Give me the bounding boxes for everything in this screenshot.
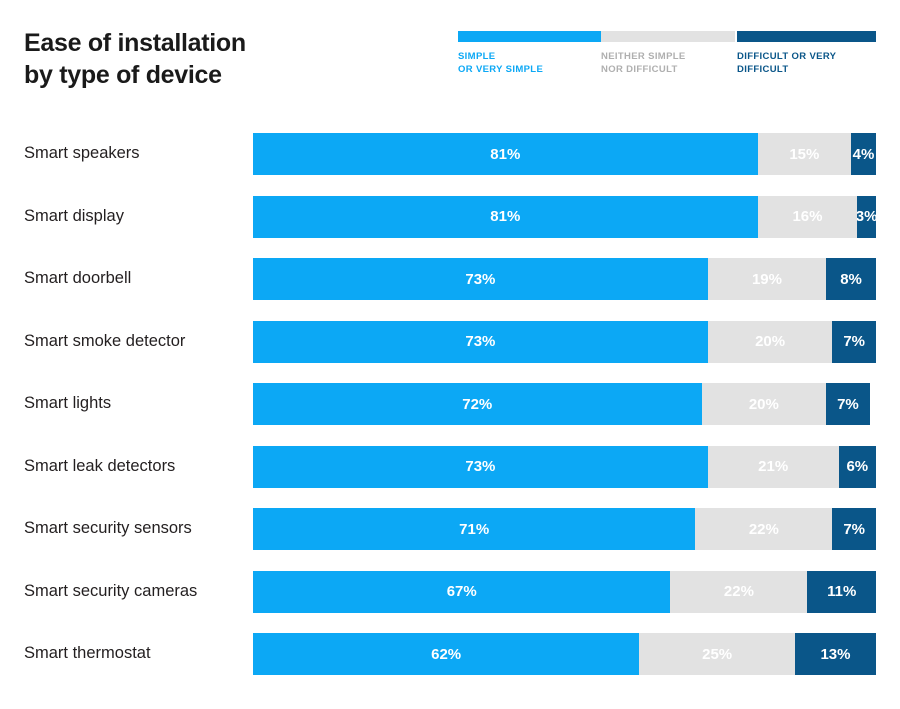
bar-segment-simple: 72% — [253, 383, 702, 425]
row-label-smart-doorbell: Smart doorbell — [24, 269, 132, 288]
stacked-bar: 73% 19% 8% — [253, 258, 876, 300]
row-label-smart-security-cameras: Smart security cameras — [24, 581, 198, 600]
bar-segment-neither: 20% — [701, 383, 827, 425]
page-title: Ease of installation by type of device — [24, 29, 246, 89]
bar-segment-difficult: 4% — [851, 133, 876, 175]
chart-row: Smart display 81%16%3% — [0, 195, 900, 238]
chart-row: Smart leak detectors 73% 21% 6% — [0, 445, 900, 488]
bar-segment-neither: 21% — [707, 445, 839, 488]
stacked-bar: 71% 22% 7% — [253, 508, 876, 550]
chart-plot-area: Smart speakers 81% 15% 4% Smart display 81% 16… — [0, 133, 900, 693]
row-label-smart-speakers: Smart speakers — [24, 144, 140, 163]
bar-segment-neither: 15% — [757, 133, 852, 175]
row-label-smart-display: Smart display — [24, 206, 124, 225]
bar-segment-simple: 73% — [253, 258, 708, 300]
bar-segment-simple: 73% — [253, 320, 708, 363]
chart-row: Smart thermostat 62% 25% 13% — [0, 633, 900, 675]
bar-segment-difficult: 3% — [857, 195, 876, 238]
legend-item-neither[interactable]: NEITHER SIMPLE NOR DIFFICULT — [601, 31, 737, 77]
row-label-smart-thermostat: Smart thermostat — [24, 644, 151, 663]
bar-segment-difficult: 8% — [826, 258, 876, 300]
bar-segment-difficult: 7% — [832, 508, 876, 550]
row-label-smart-smoke-detector: Smart smoke detector — [24, 331, 186, 350]
bar-segment-neither: 19% — [707, 258, 827, 300]
legend-label-simple: SIMPLE OR VERY SIMPLE — [458, 51, 544, 75]
chart-row: Smart security cameras 67% 22% 11% — [0, 570, 900, 613]
stacked-bar: 81% 15% 4% — [253, 133, 876, 175]
bar-segment-simple: 67% — [253, 570, 671, 613]
chart-row: Smart doorbell 73% 19% 8% — [0, 258, 900, 300]
bar-segment-difficult: 13% — [795, 633, 876, 675]
bar-segment-difficult: 11% — [807, 570, 876, 613]
legend-item-simple[interactable]: SIMPLE OR VERY SIMPLE — [458, 31, 601, 77]
stacked-bar: 81%16%3% — [253, 195, 876, 238]
stacked-bar: 73% 21% 6% — [253, 445, 876, 488]
bar-segment-simple: 71% — [253, 508, 696, 550]
bar-segment-neither: 20% — [707, 320, 833, 363]
stacked-bar: 62% 25% 13% — [253, 633, 876, 675]
bar-segment-neither: 16% — [757, 195, 858, 238]
legend-label-difficult: DIFFICULT OR VERY DIFFICULT — [737, 51, 837, 75]
chart-row: Smart speakers 81% 15% 4% — [0, 133, 900, 175]
chart-row: Smart security sensors 71% 22% 7% — [0, 508, 900, 550]
bar-segment-difficult: 7% — [832, 320, 876, 363]
bar-segment-neither: 22% — [670, 570, 808, 613]
bar-segment-simple: 73% — [253, 445, 708, 488]
chart-row: Smart smoke detector 73% 20% 7% — [0, 320, 900, 363]
row-label-smart-lights: Smart lights — [24, 394, 112, 413]
row-label-smart-security-sensors: Smart security sensors — [24, 519, 192, 538]
bar-segment-simple: 81% — [253, 133, 758, 175]
bar-segment-neither: 22% — [695, 508, 833, 550]
row-label-smart-leak-detectors: Smart leak detectors — [24, 456, 176, 475]
bar-segment-neither: 25% — [639, 633, 795, 675]
legend-swatch-neither — [601, 31, 735, 42]
stacked-bar: 73% 20% 7% — [253, 320, 876, 363]
chart-legend: SIMPLE OR VERY SIMPLE NEITHER SIMPLE NOR… — [458, 31, 876, 93]
legend-swatch-difficult — [737, 31, 876, 42]
chart-row: Smart lights 72% 20% 7% — [0, 383, 900, 425]
legend-swatch-simple — [458, 31, 601, 42]
bar-segment-difficult: 7% — [826, 383, 870, 425]
stacked-bar: 72% 20% 7% — [253, 383, 870, 425]
legend-item-difficult[interactable]: DIFFICULT OR VERY DIFFICULT — [737, 31, 876, 77]
bar-segment-simple: 81% — [253, 195, 758, 238]
stacked-bar: 67% 22% 11% — [253, 570, 876, 613]
bar-segment-simple: 62% — [253, 633, 640, 675]
legend-label-neither: NEITHER SIMPLE NOR DIFFICULT — [601, 51, 686, 75]
chart-page: Ease of installation by type of device S… — [0, 0, 900, 709]
bar-segment-difficult: 6% — [838, 445, 876, 488]
